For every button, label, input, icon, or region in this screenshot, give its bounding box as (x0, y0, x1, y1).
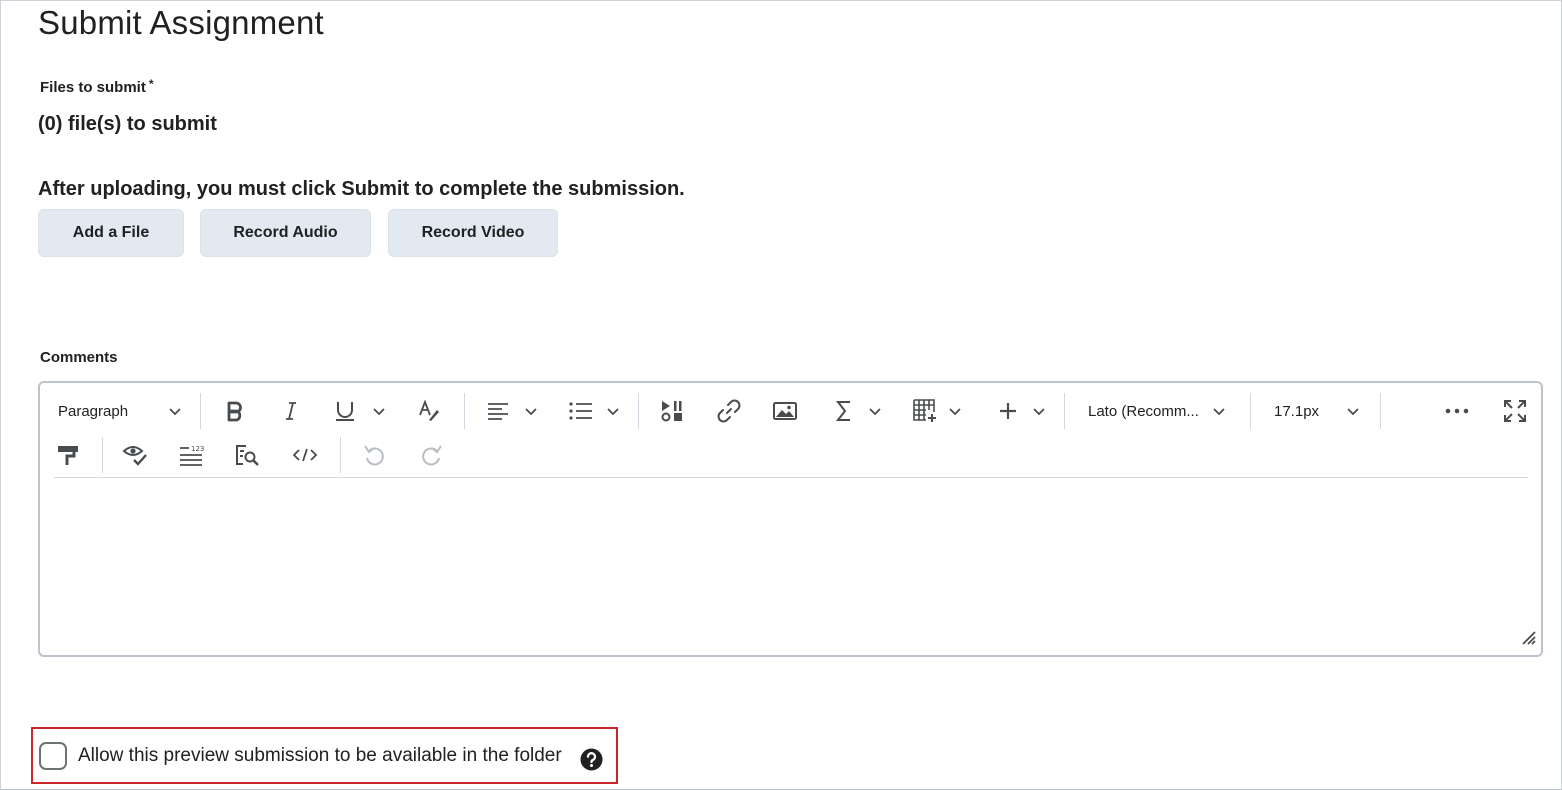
files-count: (0) file(s) to submit (38, 113, 217, 135)
add-file-button[interactable]: Add a File (38, 209, 184, 257)
font-family-dropdown[interactable]: Lato (Recomm... (1080, 393, 1232, 429)
underline-icon (336, 402, 354, 421)
format-painter-button[interactable] (50, 437, 84, 473)
chevron-down-icon (869, 408, 881, 416)
list-dropdown[interactable] (564, 393, 624, 429)
bulleted-list-icon (569, 402, 592, 420)
toolbar-separator (1250, 393, 1251, 429)
redo-icon (422, 445, 442, 466)
comments-text-area[interactable] (42, 481, 1538, 651)
toolbar-separator (1064, 393, 1065, 429)
italic-button[interactable] (274, 393, 308, 429)
toolbar-separator (340, 437, 341, 473)
page-title: Submit Assignment (38, 4, 324, 41)
insert-link-button[interactable] (712, 393, 746, 429)
svg-text:123: 123 (191, 445, 204, 453)
align-left-icon (488, 403, 508, 420)
more-icon (1445, 408, 1469, 414)
chevron-down-icon (1033, 408, 1045, 416)
block-format-value: Paragraph (58, 402, 129, 420)
format-clear-icon (419, 399, 439, 421)
chevron-down-icon (373, 408, 385, 416)
toolbar-separator (1380, 393, 1381, 429)
record-video-button[interactable]: Record Video (388, 209, 558, 257)
link-icon (717, 399, 741, 423)
font-family-value: Lato (Recomm... (1088, 402, 1199, 420)
chevron-down-icon (525, 408, 537, 416)
format-clear-button[interactable] (412, 393, 446, 429)
more-options-button[interactable] (1440, 393, 1474, 429)
question-circle-icon (580, 748, 603, 771)
block-format-dropdown[interactable]: Paragraph (48, 393, 188, 429)
toolbar-divider (54, 477, 1528, 478)
submit-notice: After uploading, you must click Submit t… (38, 178, 685, 200)
word-count-icon: 123 (180, 445, 204, 466)
toolbar-separator (102, 437, 103, 473)
bold-icon (227, 401, 242, 422)
fullscreen-icon (1504, 400, 1526, 422)
source-code-button[interactable] (288, 437, 322, 473)
chevron-down-icon (607, 408, 619, 416)
undo-icon (364, 445, 384, 466)
resize-handle[interactable] (1517, 626, 1537, 651)
resize-handle-icon (1522, 631, 1536, 645)
accessibility-check-button[interactable] (118, 437, 152, 473)
table-dropdown[interactable] (908, 393, 966, 429)
toolbar-separator (464, 393, 465, 429)
insert-dropdown[interactable] (994, 393, 1050, 429)
equation-dropdown[interactable] (830, 393, 886, 429)
accessibility-check-icon (122, 446, 147, 466)
font-size-value: 17.1px (1274, 402, 1320, 420)
table-icon (913, 399, 936, 422)
chevron-down-icon (1213, 408, 1225, 416)
toolbar-separator (638, 393, 639, 429)
italic-icon (286, 402, 296, 420)
comments-editor: Paragraph Lato (Recomm... 17.1px 123 (38, 381, 1543, 657)
word-count-button[interactable]: 123 (174, 437, 208, 473)
record-audio-button[interactable]: Record Audio (200, 209, 371, 257)
insert-media-button[interactable] (655, 393, 689, 429)
chevron-down-icon (1347, 408, 1359, 416)
bold-button[interactable] (218, 393, 252, 429)
align-dropdown[interactable] (482, 393, 542, 429)
chevron-down-icon (169, 408, 181, 416)
image-icon (773, 402, 797, 420)
plus-icon (1000, 403, 1016, 419)
insert-image-button[interactable] (768, 393, 802, 429)
fullscreen-button[interactable] (1498, 393, 1532, 429)
files-label-text: Files to submit (40, 79, 146, 96)
paint-format-icon (58, 446, 78, 465)
required-marker: * (148, 77, 154, 91)
media-icon (661, 401, 682, 422)
preview-submission-checkbox[interactable] (39, 742, 67, 770)
toolbar-separator (200, 393, 201, 429)
comments-label: Comments (40, 349, 118, 366)
underline-dropdown[interactable] (330, 393, 390, 429)
help-button[interactable] (580, 748, 603, 771)
source-code-icon (292, 448, 318, 462)
sigma-icon (835, 401, 850, 421)
font-size-dropdown[interactable]: 17.1px (1266, 393, 1366, 429)
find-replace-button[interactable] (230, 437, 264, 473)
chevron-down-icon (949, 408, 961, 416)
files-to-submit-label: Files to submit * (40, 77, 154, 96)
undo-button[interactable] (358, 437, 392, 473)
redo-button[interactable] (414, 437, 448, 473)
preview-submission-label[interactable]: Allow this preview submission to be avai… (78, 745, 562, 767)
find-replace-icon (236, 445, 259, 466)
